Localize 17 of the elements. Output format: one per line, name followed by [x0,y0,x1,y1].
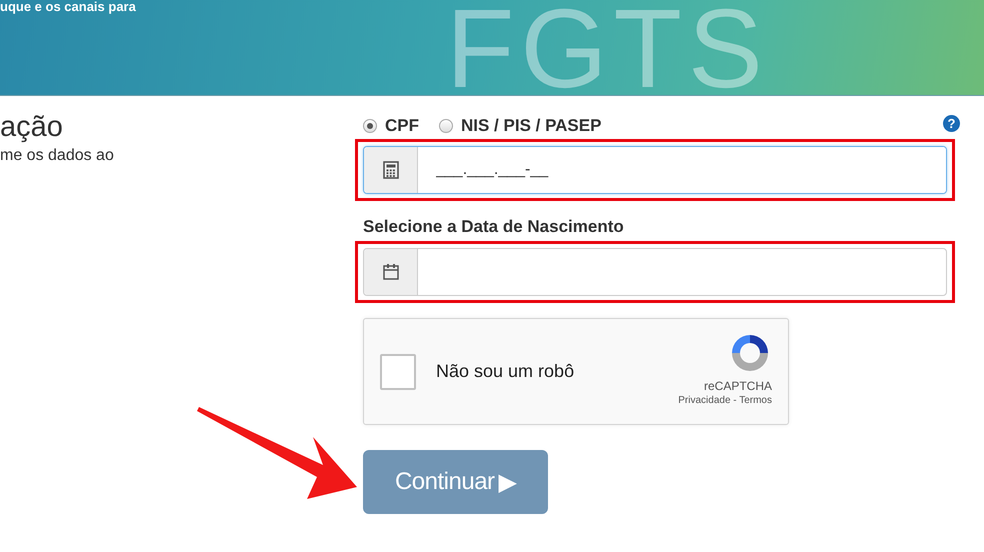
radio-button[interactable] [439,119,453,133]
radio-option[interactable]: CPF [363,116,419,136]
captcha-checkbox[interactable] [380,354,416,390]
date-input-group[interactable] [363,248,947,296]
field-label: Selecione a Data de Nascimento [363,217,625,238]
intro-text: me os dados ao [0,147,115,165]
calendar-icon [382,263,400,281]
privacy-terms-links[interactable]: Privacidade - Termos [678,395,772,406]
captcha-brand: reCAPTCHA [704,379,772,393]
calculator-icon [382,161,398,179]
section-title: ação [0,110,64,145]
banner-watermark: FGTS [446,4,769,94]
help-icon[interactable]: ? [943,115,960,132]
banner-caption: uque e os canais para [0,0,136,14]
radio-option[interactable]: NIS / PIS / PASEP [439,116,602,136]
captcha-label: Não sou um robô [436,361,574,382]
radio-button[interactable] [363,119,377,133]
